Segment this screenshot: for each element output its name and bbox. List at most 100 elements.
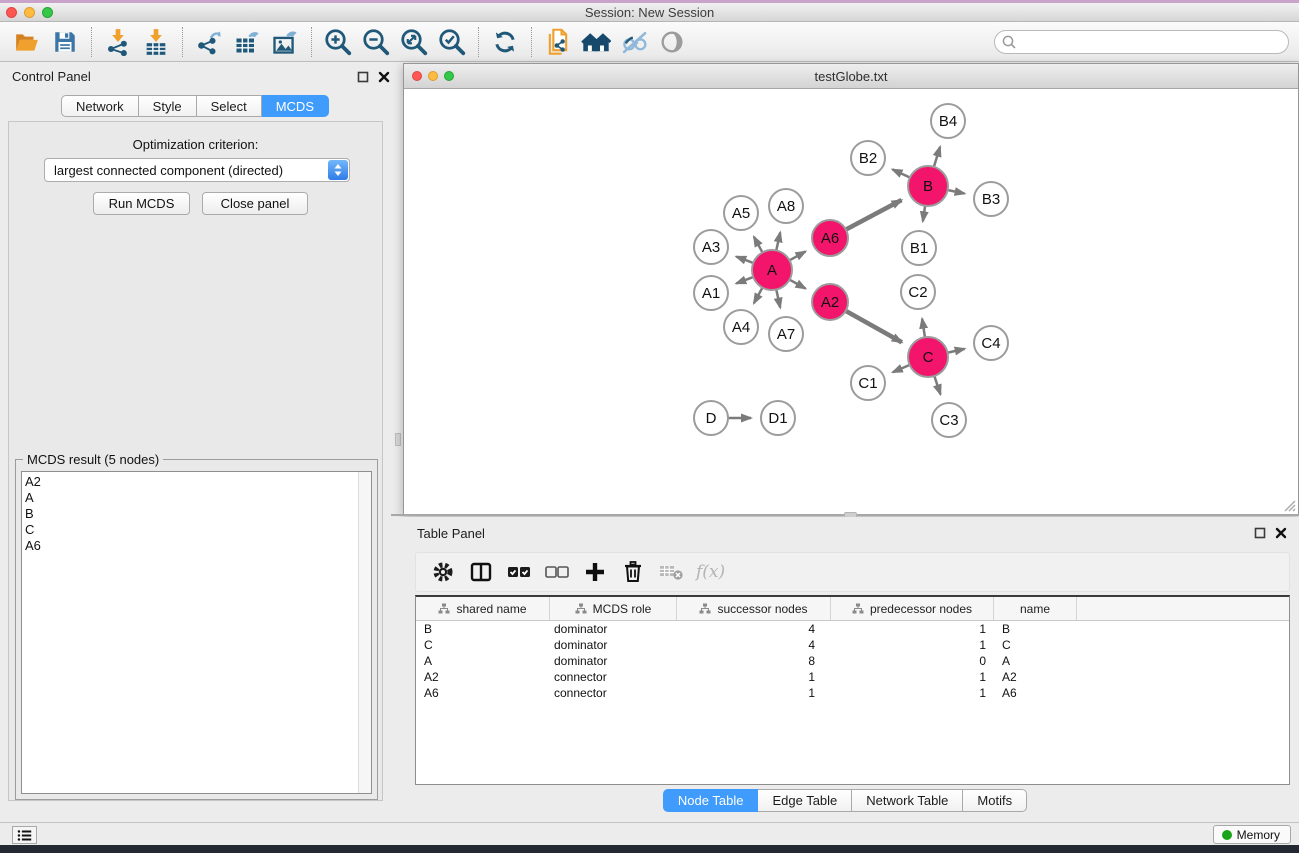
tab-select[interactable]: Select: [197, 95, 262, 117]
graph-edge-C-C1[interactable]: [893, 364, 912, 372]
first-neighbors-icon[interactable]: [577, 25, 615, 59]
graph-edge-C-C3[interactable]: [934, 374, 941, 394]
graph-node-C4[interactable]: C4: [974, 326, 1008, 360]
graph-node-A2[interactable]: A2: [812, 284, 848, 320]
save-session-icon[interactable]: [46, 25, 84, 59]
graph-node-A4[interactable]: A4: [724, 310, 758, 344]
import-network-icon[interactable]: [99, 25, 137, 59]
column-header-name[interactable]: name: [994, 597, 1077, 620]
export-network-icon[interactable]: [190, 25, 228, 59]
task-history-button[interactable]: [12, 826, 37, 844]
graph-node-A[interactable]: A: [752, 250, 792, 290]
graph-node-B4[interactable]: B4: [931, 104, 965, 138]
graph-node-D[interactable]: D: [694, 401, 728, 435]
tab-node-table[interactable]: Node Table: [663, 789, 759, 812]
graph-edge-B-B2[interactable]: [892, 169, 911, 178]
open-session-icon[interactable]: [8, 25, 46, 59]
tab-mcds[interactable]: MCDS: [262, 95, 329, 117]
graph-node-C2[interactable]: C2: [901, 275, 935, 309]
graph-node-C3[interactable]: C3: [932, 403, 966, 437]
graph-edge-A-A6[interactable]: [788, 252, 806, 262]
graph-node-A5[interactable]: A5: [724, 196, 758, 230]
hide-selected-icon[interactable]: [615, 25, 653, 59]
tab-network-table[interactable]: Network Table: [852, 789, 963, 812]
float-panel-icon[interactable]: [357, 71, 369, 83]
shared-column-icon: [699, 603, 711, 614]
refresh-icon[interactable]: [486, 25, 524, 59]
result-list-scrollbar[interactable]: [358, 472, 371, 793]
table-cell: connector: [550, 685, 677, 701]
graph-node-A6[interactable]: A6: [812, 220, 848, 256]
vertical-splitter-handle[interactable]: [395, 433, 401, 446]
delete-column-icon[interactable]: [616, 556, 650, 588]
search-input[interactable]: [994, 30, 1289, 54]
split-table-view-icon[interactable]: [464, 556, 498, 588]
table-row[interactable]: A2connector11A2: [416, 669, 1289, 685]
table-row[interactable]: Bdominator41B: [416, 621, 1289, 637]
graph-node-B1[interactable]: B1: [902, 231, 936, 265]
zoom-out-icon[interactable]: [357, 25, 395, 59]
add-column-icon[interactable]: [578, 556, 612, 588]
column-header-successor-nodes[interactable]: successor nodes: [677, 597, 831, 620]
zoom-selected-icon[interactable]: [433, 25, 471, 59]
graph-node-B[interactable]: B: [908, 166, 948, 206]
close-panel-icon[interactable]: [1275, 527, 1287, 539]
tab-edge-table[interactable]: Edge Table: [758, 789, 852, 812]
column-header-shared-name[interactable]: shared name: [416, 597, 550, 620]
result-list-item[interactable]: A6: [25, 538, 355, 554]
table-row[interactable]: Cdominator41C: [416, 637, 1289, 653]
result-list-item[interactable]: A2: [25, 474, 355, 490]
show-all-icon[interactable]: [653, 25, 691, 59]
criterion-dropdown[interactable]: largest connected component (directed): [44, 158, 350, 182]
result-list-item[interactable]: C: [25, 522, 355, 538]
graph-node-D1[interactable]: D1: [761, 401, 795, 435]
float-panel-icon[interactable]: [1254, 527, 1266, 539]
run-mcds-button[interactable]: Run MCDS: [93, 192, 190, 215]
function-builder-icon[interactable]: f(x): [692, 562, 725, 582]
graph-edge-A-A1[interactable]: [736, 276, 755, 283]
graph-edge-A-A3[interactable]: [736, 257, 755, 264]
import-table-icon[interactable]: [137, 25, 175, 59]
table-row[interactable]: A6connector11A6: [416, 685, 1289, 701]
window-resize-grip[interactable]: [1282, 498, 1296, 512]
export-table-icon[interactable]: [228, 25, 266, 59]
graph-node-A8[interactable]: A8: [769, 189, 803, 223]
tab-style[interactable]: Style: [139, 95, 197, 117]
column-header-MCDS-role[interactable]: MCDS role: [550, 597, 677, 620]
graph-edge-C-C2[interactable]: [922, 319, 925, 340]
zoom-fit-icon[interactable]: [395, 25, 433, 59]
column-header-predecessor-nodes[interactable]: predecessor nodes: [831, 597, 994, 620]
select-all-checkboxes-icon[interactable]: [502, 556, 536, 588]
delete-table-icon[interactable]: [654, 556, 688, 588]
new-network-from-selection-icon[interactable]: [539, 25, 577, 59]
zoom-in-icon[interactable]: [319, 25, 357, 59]
tab-motifs[interactable]: Motifs: [963, 789, 1027, 812]
network-canvas[interactable]: B4 B2 B B3 A5 A8 A6 B1 A3 A A1 C2 A2 A4 A7 C4 C C1 C3 D D1: [404, 89, 1298, 514]
graph-node-A1[interactable]: A1: [694, 276, 728, 310]
column-settings-gear-icon[interactable]: [426, 556, 460, 588]
result-list-item[interactable]: B: [25, 506, 355, 522]
graph-edge-A-A8[interactable]: [776, 232, 780, 252]
graph-edge-A2-C[interactable]: [844, 310, 902, 342]
memory-button[interactable]: Memory: [1213, 825, 1291, 844]
graph-node-C1[interactable]: C1: [851, 366, 885, 400]
mcds-result-list[interactable]: A2ABCA6: [21, 471, 372, 794]
graph-node-B3[interactable]: B3: [974, 182, 1008, 216]
tab-network[interactable]: Network: [61, 95, 139, 117]
graph-node-A7[interactable]: A7: [769, 317, 803, 351]
close-panel-button[interactable]: Close panel: [202, 192, 308, 215]
graph-node-C[interactable]: C: [908, 337, 948, 377]
graph-edge-A-A7[interactable]: [776, 288, 780, 308]
network-window-titlebar[interactable]: testGlobe.txt: [404, 64, 1298, 89]
result-list-item[interactable]: A: [25, 490, 355, 506]
graph-edge-A-A2[interactable]: [788, 279, 806, 289]
graph-edge-A6-B[interactable]: [844, 200, 901, 230]
export-image-icon[interactable]: [266, 25, 304, 59]
table-row[interactable]: Adominator80A: [416, 653, 1289, 669]
graph-node-B2[interactable]: B2: [851, 141, 885, 175]
close-panel-icon[interactable]: [378, 71, 390, 83]
table-cell: connector: [550, 669, 677, 685]
graph-edge-B-B4[interactable]: [933, 147, 940, 169]
deselect-all-checkboxes-icon[interactable]: [540, 556, 574, 588]
graph-node-A3[interactable]: A3: [694, 230, 728, 264]
